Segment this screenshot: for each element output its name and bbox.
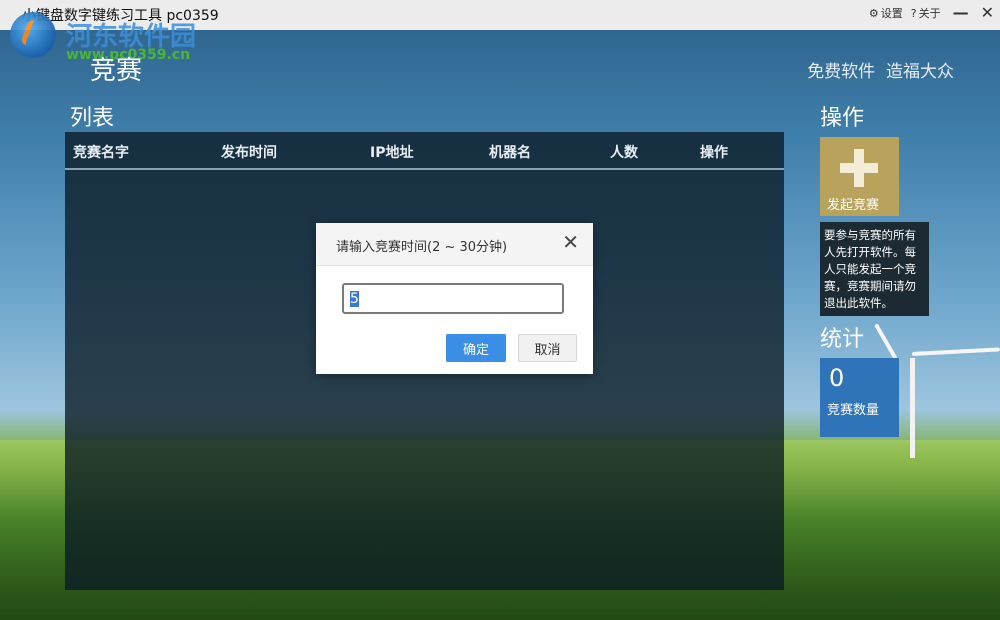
about-label: 关于 <box>918 7 941 20</box>
start-competition-label: 发起竞赛 <box>827 198 880 213</box>
start-competition-button[interactable]: 发起竞赛 <box>820 137 899 216</box>
plus-icon <box>840 149 878 187</box>
wind-turbine-decoration <box>874 300 1000 460</box>
column-header-ip: IP地址 <box>370 145 414 161</box>
list-section-title: 列表 <box>70 106 115 131</box>
slogan: 免费软件 造福大众 <box>807 62 954 82</box>
page-title: 竞赛 <box>90 56 143 86</box>
column-header-count: 人数 <box>610 145 638 161</box>
dialog-title: 请输入竞赛时间(2 ~ 30分钟) <box>336 240 508 255</box>
dialog-close-icon[interactable]: ✕ <box>562 232 579 252</box>
about-button[interactable]: ? 关于 <box>911 5 941 21</box>
watermark-logo-icon <box>10 12 56 58</box>
dialog-header: 请输入竞赛时间(2 ~ 30分钟) ✕ <box>316 223 593 266</box>
cancel-button[interactable]: 取消 <box>518 334 577 362</box>
minimize-button[interactable]: — <box>953 5 969 21</box>
competition-count-card: 0 竞赛数量 <box>820 358 899 437</box>
stats-section-title: 统计 <box>820 327 865 352</box>
column-header-name: 竞赛名字 <box>73 145 129 161</box>
column-header-machine: 机器名 <box>489 145 531 161</box>
competition-time-dialog: 请输入竞赛时间(2 ~ 30分钟) ✕ 确定 取消 <box>316 223 593 374</box>
turbine-blade <box>911 347 1000 356</box>
competition-count-label: 竞赛数量 <box>827 403 880 418</box>
competition-count-value: 0 <box>829 364 845 392</box>
column-header-time: 发布时间 <box>221 145 277 161</box>
turbine-tower <box>910 358 915 458</box>
competition-time-input[interactable] <box>342 283 564 314</box>
confirm-button[interactable]: 确定 <box>446 334 506 362</box>
operations-section-title: 操作 <box>820 106 865 131</box>
question-icon: ? <box>910 6 917 20</box>
competition-info-text: 要参与竞赛的所有人先打开软件。每人只能发起一个竞赛，竞赛期间请勿退出此软件。 <box>820 222 929 316</box>
settings-label: 设置 <box>880 7 903 20</box>
list-header-row: 竞赛名字 发布时间 IP地址 机器名 人数 操作 <box>65 132 784 170</box>
close-window-button[interactable]: ✕ <box>981 5 994 21</box>
title-bar-controls: ⚙ 设置 ? 关于 — ✕ <box>861 5 994 21</box>
settings-icon: ⚙ <box>868 6 879 20</box>
column-header-action: 操作 <box>700 145 728 161</box>
settings-button[interactable]: ⚙ 设置 <box>869 5 903 21</box>
